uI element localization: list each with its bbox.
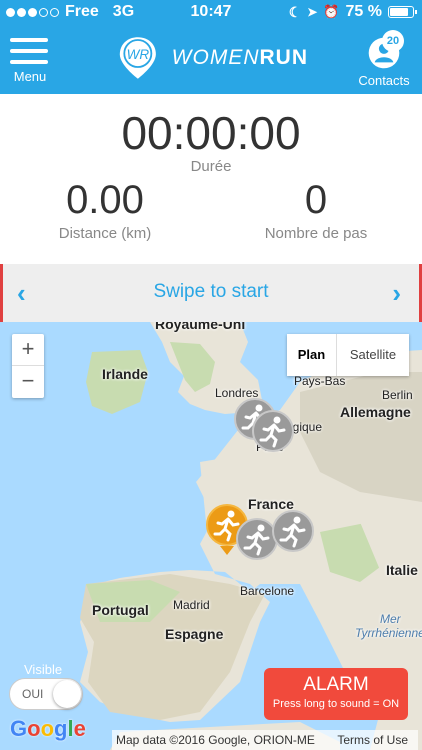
alarm-subtitle: Press long to sound = ON — [272, 698, 400, 710]
toggle-knob — [53, 680, 81, 708]
map-view[interactable]: Royaume-Uni Irlande Londres Pays-Bas Ber… — [0, 322, 422, 750]
map-label-france: France — [248, 496, 294, 512]
swipe-label: Swipe to start — [153, 281, 269, 302]
map-label-pays-bas: Pays-Bas — [294, 374, 346, 388]
map-label-tyrrhenienne: Tyrrhénienne — [355, 626, 422, 640]
steps-stat: 0 Nombre de pas — [211, 178, 421, 242]
map-label-irlande: Irlande — [102, 366, 148, 382]
battery-percent: 75 % — [345, 3, 382, 20]
location-arrow-icon: ➤ — [307, 5, 318, 19]
zoom-controls: + − — [12, 334, 44, 398]
alarm-title: ALARM — [303, 674, 369, 695]
toggle-label: OUI — [22, 687, 44, 701]
map-label-belgique: lgique — [290, 420, 323, 434]
map-label-allemagne: Allemagne — [340, 404, 411, 420]
stats-panel: 00:00:00 Durée 0.00 Distance (km) 0 Nomb… — [0, 94, 422, 264]
zoom-in-button[interactable]: + — [12, 334, 44, 366]
alarm-clock-icon: ⏰ — [323, 4, 340, 19]
contacts-count-badge: 20 — [382, 30, 404, 52]
map-label-madrid: Madrid — [173, 598, 210, 612]
moon-icon: ☾ — [288, 3, 302, 20]
map-type-switcher: Plan Satellite — [287, 334, 409, 376]
duration-value: 00:00:00 — [121, 107, 301, 159]
map-label-portugal: Portugal — [92, 602, 149, 618]
map-data-text: Map data ©2016 Google, ORION-ME — [116, 733, 315, 747]
status-bar: Free 3G 10:47 ☾ ➤ ⏰ 75 % — [0, 0, 422, 24]
logo-initials: WR — [127, 47, 150, 62]
runner-marker[interactable] — [272, 510, 314, 552]
brand-name: WOMENRUN — [171, 46, 308, 69]
steps-value: 0 — [304, 178, 328, 222]
distance-stat: 0.00 Distance (km) — [0, 178, 210, 242]
chevron-right-icon[interactable]: › — [392, 278, 401, 309]
map-label-royaume-uni: Royaume-Uni — [155, 322, 246, 332]
alarm-button[interactable]: ALARM Press long to sound = ON — [264, 668, 408, 720]
app-logo: WR WOMENRUN — [118, 32, 308, 84]
contacts-label: Contacts — [358, 73, 410, 88]
menu-button[interactable]: Menu — [10, 38, 50, 86]
terms-of-use-link[interactable]: Terms of Use — [337, 730, 408, 750]
runner-marker[interactable] — [236, 518, 278, 560]
menu-label: Menu — [13, 69, 47, 84]
runner-icon — [279, 516, 306, 548]
map-label-italie: Italie — [386, 562, 418, 578]
map-type-satellite-button[interactable]: Satellite — [337, 334, 409, 376]
app-header: Menu WR WOMENRUN 20 Contacts — [0, 24, 422, 94]
map-type-plan-button[interactable]: Plan — [287, 334, 337, 376]
battery-icon — [388, 6, 417, 18]
distance-label: Distance (km) — [58, 225, 152, 242]
map-label-espagne: Espagne — [165, 626, 224, 642]
map-label-barcelone: Barcelone — [240, 584, 295, 598]
map-label-berlin: Berlin — [382, 388, 413, 402]
map-attribution: Map data ©2016 Google, ORION-ME Terms of… — [112, 730, 418, 750]
distance-value: 0.00 — [66, 178, 144, 222]
runner-marker[interactable] — [252, 410, 294, 452]
zoom-out-button[interactable]: − — [12, 366, 44, 398]
visibility-toggle[interactable]: OUI — [9, 678, 83, 710]
runner-icon — [259, 416, 286, 448]
google-logo: Google — [10, 716, 86, 741]
duration-label: Durée — [190, 158, 232, 175]
hamburger-icon — [10, 38, 50, 64]
visible-label: Visible — [24, 662, 63, 677]
marker-tip — [220, 546, 234, 555]
map-label-mer: Mer — [380, 612, 401, 626]
swipe-to-start-slider[interactable]: ‹ Swipe to start › — [0, 264, 422, 322]
steps-label: Nombre de pas — [264, 225, 368, 242]
runner-icon — [243, 524, 270, 556]
map-pin-logo-icon: WR — [119, 37, 156, 79]
contacts-button[interactable]: 20 Contacts — [356, 30, 412, 90]
